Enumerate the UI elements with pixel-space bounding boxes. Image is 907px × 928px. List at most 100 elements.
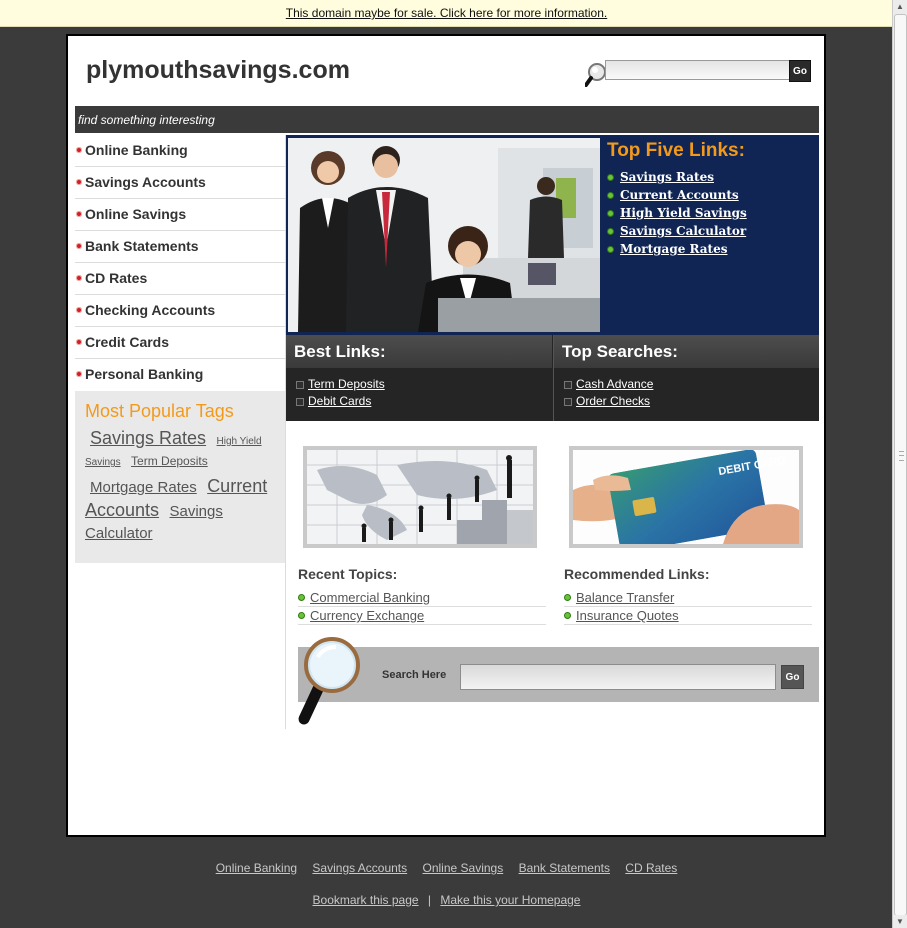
tag-high-yield-savings[interactable]: Savings [85,457,121,468]
square-bullet-icon [296,381,304,389]
link-label: Order Checks [576,394,651,408]
header-search-input[interactable] [605,60,799,80]
business-team-photo [288,138,600,332]
green-bullet-icon [298,612,305,619]
top-link-mortgage-rates[interactable]: Mortgage Rates [607,242,747,256]
link-label: Savings Calculator [620,224,747,238]
red-bullet-icon [76,243,82,249]
red-bullet-icon [76,371,82,377]
recent-topic-commercial-banking[interactable]: Commercial Banking [298,590,546,607]
footer-separator: | [427,893,432,907]
business-team-image [288,138,600,332]
sidebar-item-label: Checking Accounts [85,302,216,318]
green-bullet-icon [564,612,571,619]
green-bullet-icon [607,174,614,181]
sidebar-item-credit-cards[interactable]: Credit Cards [75,327,285,359]
large-magnifier-icon [298,637,360,725]
red-bullet-icon [76,275,82,281]
sidebar-item-online-savings[interactable]: Online Savings [75,199,285,231]
recent-topic-currency-exchange[interactable]: Currency Exchange [298,608,546,625]
tag-savings-rates[interactable]: Savings Rates [90,428,206,448]
tag-mortgage-rates[interactable]: Mortgage Rates [90,479,197,496]
tag-savings-calculator-a[interactable]: Savings [170,503,223,520]
footer-link-online-banking[interactable]: Online Banking [216,861,297,875]
search-link-order-checks[interactable]: Order Checks [564,394,819,408]
best-links-title: Best Links: [286,335,552,368]
link-label: Balance Transfer [576,590,675,605]
sale-banner-link[interactable]: This domain maybe for sale. Click here f… [286,6,607,20]
recommended-links-title: Recommended Links: [564,566,710,582]
link-label: Cash Advance [576,377,654,391]
scroll-up-arrow-icon[interactable]: ▲ [894,0,906,13]
footer-link-savings-accounts[interactable]: Savings Accounts [312,861,407,875]
popular-tags-title: Most Popular Tags [85,401,234,421]
sidebar-item-bank-statements[interactable]: Bank Statements [75,231,285,263]
search-link-cash-advance[interactable]: Cash Advance [564,377,819,391]
recommended-balance-transfer[interactable]: Balance Transfer [564,590,812,607]
sidebar-item-cd-rates[interactable]: CD Rates [75,263,285,295]
growth-stairs-image-box [303,446,537,548]
sidebar-item-personal-banking[interactable]: Personal Banking [75,359,285,390]
top-five-title: Top Five Links: [607,140,745,161]
bottom-go-button[interactable]: Go [781,665,804,689]
best-links-section: Best Links: Term Deposits Debit Cards [286,335,552,421]
link-label: Debit Cards [308,394,372,408]
sidebar-item-label: Credit Cards [85,334,170,350]
hero-section: Top Five Links: Savings Rates Current Ac… [286,135,819,335]
sidebar-item-label: Personal Banking [85,366,204,382]
grip-icon [899,451,904,461]
homepage-link[interactable]: Make this your Homepage [440,893,580,907]
tag-current-accounts-a[interactable]: Current [207,476,267,496]
scroll-down-arrow-icon[interactable]: ▼ [894,915,906,928]
scrollbar-thumb[interactable] [894,14,907,916]
sidebar-item-label: Savings Accounts [85,174,206,190]
header-search: Go [585,59,815,87]
link-label: Insurance Quotes [576,608,679,623]
recommended-links-list: Balance Transfer Insurance Quotes [564,590,812,626]
tag-savings-calculator-b[interactable]: Calculator [85,525,153,542]
sidebar-item-savings-accounts[interactable]: Savings Accounts [75,167,285,199]
bookmark-link[interactable]: Bookmark this page [313,893,419,907]
growth-stairs-image [307,450,533,544]
footer-link-cd-rates[interactable]: CD Rates [625,861,677,875]
sidebar-nav: Online Banking Savings Accounts Online S… [75,135,285,390]
green-bullet-icon [607,192,614,199]
red-bullet-icon [76,179,82,185]
red-bullet-icon [76,147,82,153]
debit-card-image-box: DEBIT CARD [569,446,803,548]
recent-topics-list: Commercial Banking Currency Exchange [298,590,546,626]
top-searches-title: Top Searches: [554,335,819,368]
header-go-button[interactable]: Go [789,60,811,82]
green-bullet-icon [607,246,614,253]
links-band: Best Links: Term Deposits Debit Cards To… [286,335,819,421]
sidebar-item-label: Online Banking [85,142,188,158]
sidebar-item-online-banking[interactable]: Online Banking [75,135,285,167]
link-label: Mortgage Rates [620,242,728,256]
red-bullet-icon [76,211,82,217]
top-link-current-accounts[interactable]: Current Accounts [607,188,747,202]
debit-card-image: DEBIT CARD [573,450,799,544]
recent-topics-title: Recent Topics: [298,566,398,582]
square-bullet-icon [564,398,572,406]
recommended-insurance-quotes[interactable]: Insurance Quotes [564,608,812,625]
top-link-savings-calculator[interactable]: Savings Calculator [607,224,747,238]
top-link-savings-rates[interactable]: Savings Rates [607,170,747,184]
red-bullet-icon [76,307,82,313]
site-title[interactable]: plymouthsavings.com [86,56,350,85]
red-bullet-icon [76,339,82,345]
sidebar-item-label: Bank Statements [85,238,199,254]
sidebar-item-checking-accounts[interactable]: Checking Accounts [75,295,285,327]
link-label: Current Accounts [620,188,739,202]
top-link-high-yield-savings[interactable]: High Yield Savings [607,206,747,220]
footer-link-online-savings[interactable]: Online Savings [423,861,504,875]
footer-link-bank-statements[interactable]: Bank Statements [519,861,610,875]
best-link-term-deposits[interactable]: Term Deposits [296,377,552,391]
bottom-search-input[interactable] [460,664,776,690]
tag-current-accounts-b[interactable]: Accounts [85,500,159,520]
popular-tags-panel: Most Popular Tags Savings Rates High Yie… [75,391,285,563]
tag-term-deposits[interactable]: Term Deposits [131,454,208,468]
top-five-links: Top Five Links: Savings Rates Current Ac… [607,140,747,260]
tag-high-yield-label-part[interactable]: High Yield [217,436,262,447]
vertical-scrollbar[interactable]: ▲ ▼ [892,0,907,928]
best-link-debit-cards[interactable]: Debit Cards [296,394,552,408]
